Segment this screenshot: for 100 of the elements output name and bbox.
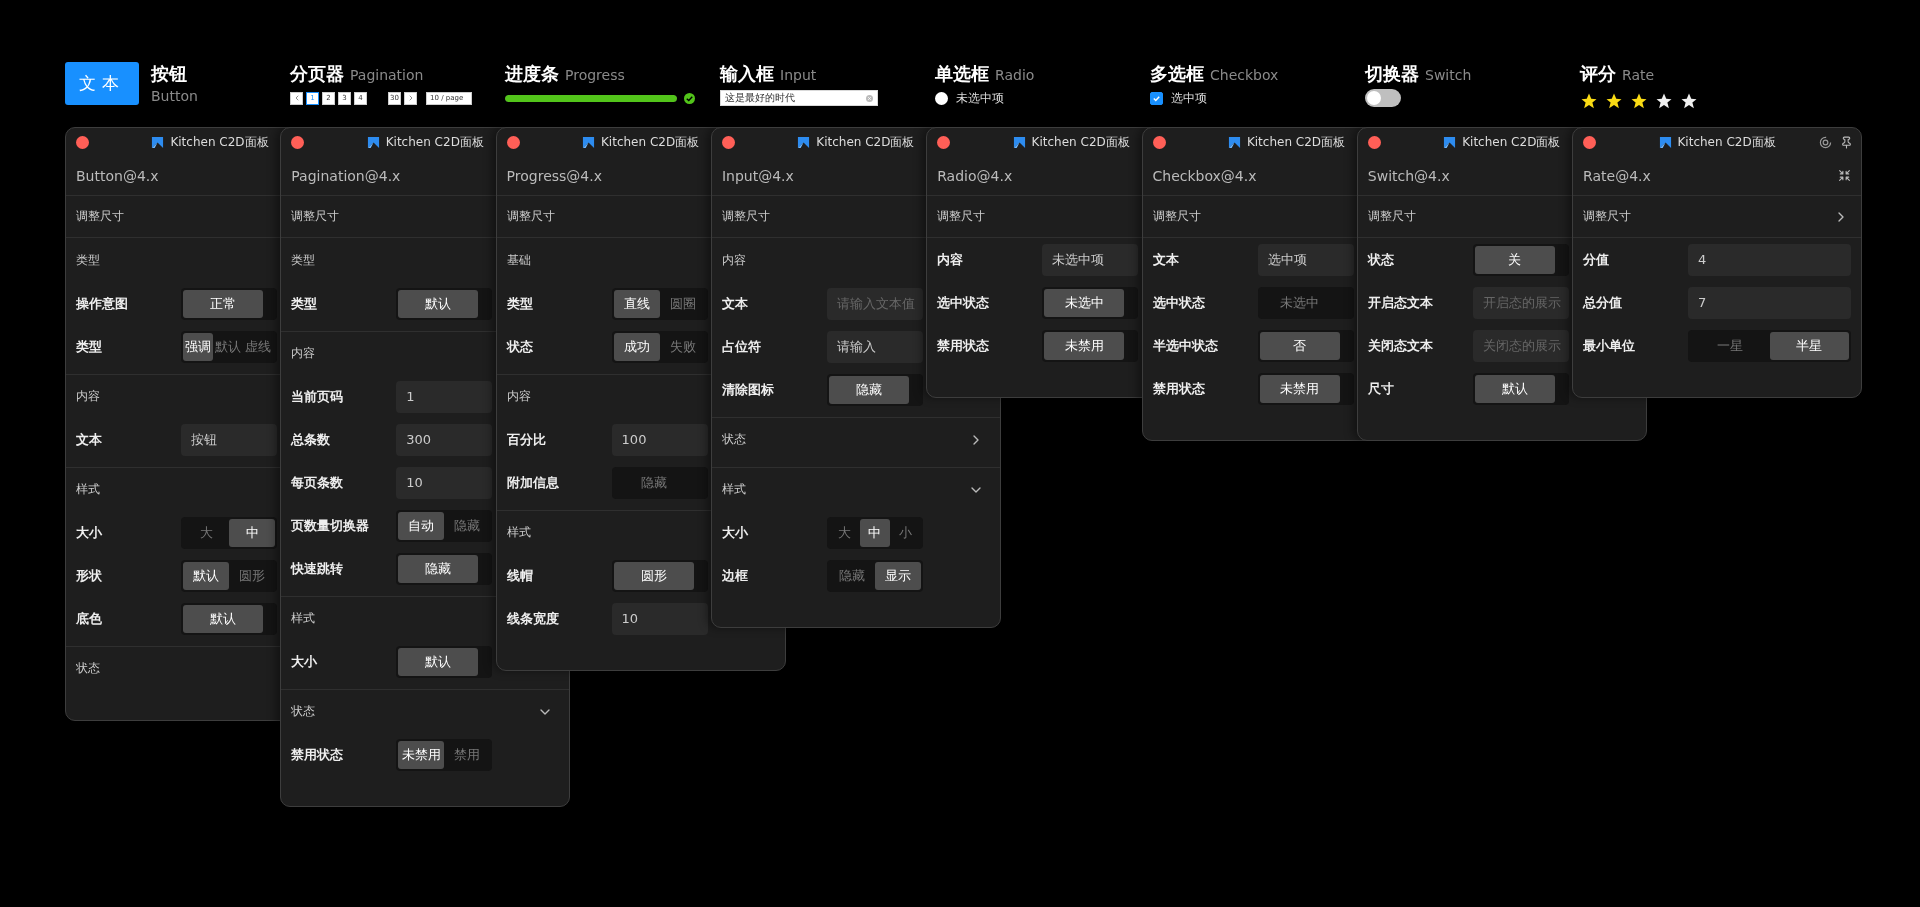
segmented-control[interactable]: 隐藏 (396, 552, 493, 585)
star-icon[interactable] (1630, 92, 1648, 110)
segment-option[interactable]: 小 (890, 518, 921, 547)
text-field[interactable]: 1 (396, 380, 493, 413)
segmented-control[interactable]: 未禁用 禁用 (396, 738, 493, 771)
segmented-control[interactable]: 默认 (396, 645, 493, 678)
segment-option[interactable]: 隐藏 (828, 561, 875, 590)
component-title: Pagination@4.x (291, 167, 401, 184)
close-button[interactable] (506, 135, 520, 149)
segmented-control[interactable]: 自动 隐藏 (396, 509, 493, 542)
text-field[interactable]: 10 (396, 466, 493, 499)
segment-option[interactable]: 失败 (659, 332, 706, 361)
segment-option[interactable]: 正常 (183, 289, 263, 318)
segment-option[interactable]: 默认 (398, 289, 479, 318)
collapse-icon[interactable] (1838, 169, 1852, 182)
segment-option[interactable]: 中 (859, 518, 891, 547)
segmented-control[interactable]: 否 (1257, 329, 1354, 362)
segmented-control[interactable]: 未选中 (1257, 286, 1354, 319)
segmented-control[interactable]: 圆形 (611, 559, 708, 592)
pin-icon[interactable] (1840, 135, 1854, 149)
close-button[interactable] (937, 135, 951, 149)
toggle-switch[interactable] (1365, 89, 1401, 107)
prev-page-button[interactable] (290, 91, 303, 105)
text-field[interactable]: 请输入 (826, 330, 923, 363)
spiral-icon[interactable] (1819, 135, 1833, 149)
segmented-control[interactable]: 关 (1472, 243, 1569, 276)
text-field[interactable]: 10 (611, 602, 708, 635)
logo-icon (582, 135, 595, 149)
segment-option[interactable]: 圆形 (229, 561, 275, 590)
segmented-control[interactable]: 默认 (181, 602, 277, 635)
segment-option[interactable]: 圆圈 (659, 289, 706, 318)
star-icon[interactable] (1580, 92, 1598, 110)
text-field[interactable]: 选中项 (1257, 243, 1354, 276)
segment-option[interactable]: 默认 (1474, 374, 1555, 403)
field-label: 尺寸 (1367, 379, 1395, 398)
close-button[interactable] (291, 135, 305, 149)
segment-option[interactable]: 默认 (183, 604, 263, 633)
text-field[interactable]: 未选中项 (1042, 243, 1139, 276)
segment-option[interactable]: 默认 (183, 561, 229, 590)
segment-option[interactable]: 大 (183, 518, 229, 547)
segmented-control[interactable]: 默认 圆形 (181, 559, 277, 592)
segment-option[interactable]: 直线 (613, 289, 660, 318)
segment-option[interactable]: 未选中 (1044, 288, 1125, 317)
segmented-control[interactable]: 隐藏 (611, 466, 708, 499)
segment-option[interactable]: 隐藏 (613, 468, 694, 497)
segment-option[interactable]: 默认 (398, 647, 479, 676)
next-page-button[interactable] (404, 91, 417, 105)
segment-option[interactable]: 显示 (874, 561, 921, 590)
field-label: 底色 (76, 609, 103, 628)
segmented-control[interactable]: 大 中 (181, 516, 277, 549)
segmented-control[interactable]: 未禁用 (1042, 329, 1139, 362)
segmented-control[interactable]: 默认 (396, 287, 493, 320)
checkbox[interactable] (1150, 91, 1163, 105)
segment-option[interactable]: 隐藏 (444, 511, 491, 540)
text-field[interactable]: 300 (396, 423, 493, 456)
segment-option[interactable]: 隐藏 (828, 375, 909, 404)
segmented-control[interactable]: 直线 圆圈 (611, 287, 708, 320)
segment-option[interactable]: 中 (229, 518, 275, 547)
segment-option[interactable]: 成功 (613, 332, 660, 361)
segmented-control[interactable]: 强调 默认 虚线 (181, 330, 277, 363)
segmented-control[interactable]: 隐藏 显示 (826, 559, 923, 592)
text-field[interactable]: 7 (1688, 286, 1852, 319)
segmented-control[interactable]: 大 中 小 (826, 516, 923, 549)
segmented-control[interactable]: 正常 (181, 287, 277, 320)
segmented-control[interactable]: 默认 (1472, 372, 1569, 405)
segment-option[interactable]: 圆形 (613, 561, 694, 590)
segment-option[interactable]: 未禁用 (1259, 374, 1340, 403)
close-button[interactable] (76, 135, 89, 149)
close-button[interactable] (721, 135, 735, 149)
segment-option[interactable]: 关 (1474, 245, 1555, 274)
radio-button[interactable] (935, 91, 948, 105)
segment-option[interactable]: 隐藏 (398, 554, 479, 583)
segment-option[interactable]: 否 (1259, 331, 1340, 360)
text-field[interactable]: 100 (611, 423, 708, 456)
segment-option[interactable]: 自动 (398, 511, 445, 540)
star-icon[interactable] (1605, 92, 1623, 110)
segment-option[interactable]: 半星 (1769, 331, 1850, 360)
segment-option[interactable]: 未选中 (1259, 288, 1340, 317)
segmented-control[interactable]: 未禁用 (1257, 372, 1354, 405)
star-icon[interactable] (1655, 92, 1673, 110)
segmented-control[interactable]: 未选中 (1042, 286, 1139, 319)
segment-option[interactable]: 大 (828, 518, 860, 547)
segmented-control[interactable]: 成功 失败 (611, 330, 708, 363)
window-title: Kitchen C2D面板 (1246, 133, 1346, 151)
segment-option[interactable]: 默认 (213, 332, 243, 361)
close-button[interactable] (1367, 135, 1381, 149)
close-button[interactable] (1152, 135, 1166, 149)
segment-option[interactable]: 虚线 (243, 332, 273, 361)
close-button[interactable] (1583, 135, 1597, 149)
field-label: 选中状态 (1152, 293, 1206, 312)
segment-option[interactable]: 强调 (183, 332, 213, 361)
text-field[interactable]: 4 (1688, 243, 1852, 276)
segment-option[interactable]: 未禁用 (1044, 331, 1125, 360)
star-icon[interactable] (1680, 92, 1698, 110)
segment-option[interactable]: 禁用 (444, 740, 491, 769)
text-field[interactable]: 这是最好的时代 (720, 90, 878, 106)
demo-title: 评分 (1580, 62, 1616, 86)
text-field[interactable]: 按钮 (181, 423, 277, 456)
segmented-control[interactable]: 隐藏 (826, 373, 923, 406)
segment-option[interactable]: 未禁用 (398, 740, 445, 769)
